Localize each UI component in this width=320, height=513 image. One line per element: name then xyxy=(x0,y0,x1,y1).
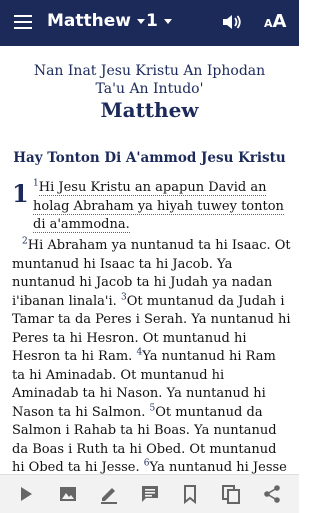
copy-icon[interactable] xyxy=(221,484,241,504)
play-icon[interactable] xyxy=(16,484,36,504)
edit-icon[interactable] xyxy=(99,484,119,504)
reading-pane[interactable]: Nan Inat Jesu Kristu An Iphodan Ta'u An … xyxy=(0,46,299,474)
font-size-button[interactable]: AA xyxy=(264,11,286,32)
bottom-toolbar xyxy=(0,474,299,513)
verse-number: 1 xyxy=(33,178,39,189)
speaker-icon[interactable] xyxy=(222,13,242,31)
section-heading: Hay Tonton Di A'ammod Jesu Kristu xyxy=(13,150,286,166)
chevron-down-icon xyxy=(163,18,172,24)
book-title: Matthew xyxy=(100,98,199,122)
app-bar: Matthew 1 AA xyxy=(0,0,299,46)
verse-1[interactable]: 1Hi Jesu Kristu an apapun David an holag… xyxy=(33,179,291,235)
verse-text: Hi Jesu Kristu an apapun David an holag … xyxy=(33,180,284,233)
main-title-line1: Nan Inat Jesu Kristu An Iphodan xyxy=(33,63,266,79)
image-icon[interactable] xyxy=(58,484,78,504)
comment-icon[interactable] xyxy=(140,484,160,504)
book-name: Matthew xyxy=(47,11,131,31)
chevron-down-icon xyxy=(136,18,145,24)
paragraph-genealogy[interactable]: 2Hi Abraham ya nuntanud ta hi Isaac. Ot … xyxy=(12,237,291,474)
font-small-label: A xyxy=(264,17,273,30)
main-title-line2: Ta'u An Intudo' xyxy=(95,81,204,97)
chapter-selector[interactable]: 1 xyxy=(146,11,172,31)
menu-icon[interactable] xyxy=(14,15,32,29)
chapter-drop-number: 1 xyxy=(12,179,29,208)
bookmark-icon[interactable] xyxy=(180,484,200,504)
share-icon[interactable] xyxy=(262,484,282,504)
chapter-number: 1 xyxy=(146,11,158,31)
font-big-label: A xyxy=(272,11,287,32)
book-selector[interactable]: Matthew xyxy=(47,11,145,31)
